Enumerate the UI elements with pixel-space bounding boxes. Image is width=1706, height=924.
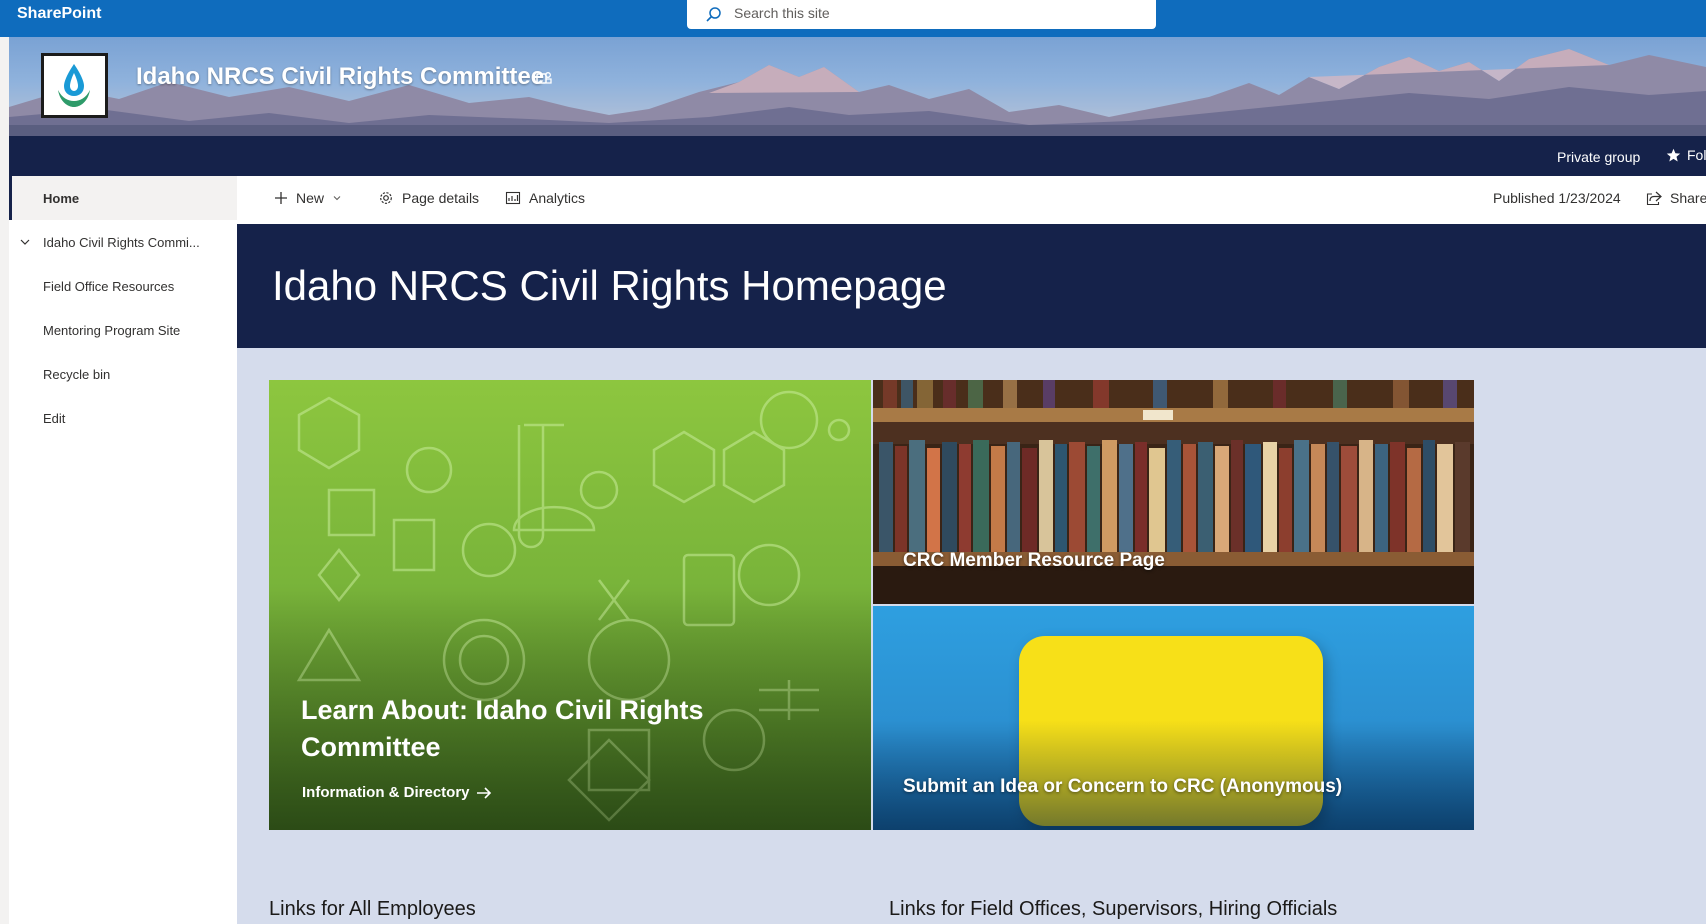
nav-item-label: Idaho Civil Rights Commi... <box>43 234 200 250</box>
hero-tile-crc-member-resources[interactable]: CRC Member Resource Page <box>873 380 1474 604</box>
site-info-bar: Private group Follo <box>9 136 1706 176</box>
gear-icon <box>380 192 392 204</box>
add-icon <box>275 192 287 204</box>
command-bar: New Page details Analytics Published 1/2… <box>237 176 1706 224</box>
hero-tile-learn-about[interactable]: Learn About: Idaho Civil Rights Committe… <box>269 380 871 830</box>
hero-main-link[interactable]: Information & Directory <box>302 784 492 801</box>
analytics-button[interactable]: Analytics <box>505 190 585 206</box>
section-heading-field-offices: Links for Field Offices, Supervisors, Hi… <box>889 898 1338 920</box>
water-drop-logo <box>58 64 90 107</box>
hero-tile-submit-idea[interactable]: Submit an Idea or Concern to CRC (Anonym… <box>873 606 1474 830</box>
site-logo[interactable] <box>41 53 108 118</box>
share-icon <box>1646 191 1662 206</box>
site-search-box[interactable] <box>687 0 1156 29</box>
page-details-button[interactable]: Page details <box>378 190 479 206</box>
chevron-down-icon[interactable] <box>19 236 31 248</box>
privacy-label: Private group <box>1557 149 1641 165</box>
nav-item-field-office-resources[interactable]: Field Office Resources <box>9 264 237 308</box>
nav-item-label: Home <box>43 190 80 206</box>
nav-item-idaho-civil-rights[interactable]: Idaho Civil Rights Commi... <box>9 220 237 264</box>
page-title: Idaho NRCS Civil Rights Homepage <box>272 262 947 309</box>
nav-item-mentoring-program[interactable]: Mentoring Program Site <box>9 308 237 352</box>
site-header-banner: Idaho NRCS Civil Rights Committee <box>9 37 1706 136</box>
arrow-right-icon <box>476 786 491 799</box>
nav-item-label: Edit <box>43 410 66 426</box>
suite-bar: SharePoint <box>0 0 1706 37</box>
hero-overlay <box>873 720 1474 830</box>
search-input[interactable] <box>734 5 1134 21</box>
analytics-label: Analytics <box>529 190 586 206</box>
search-icon <box>706 7 721 22</box>
teams-icon[interactable] <box>535 69 553 87</box>
app-brand[interactable]: SharePoint <box>17 5 101 23</box>
hero-main-title[interactable]: Learn About: Idaho Civil Rights Committe… <box>301 692 721 766</box>
main-content: New Page details Analytics Published 1/2… <box>237 176 1706 924</box>
nav-item-home[interactable]: Home <box>9 176 237 220</box>
new-label: New <box>296 190 325 206</box>
share-button[interactable]: Share <box>1646 190 1706 206</box>
published-date: Published 1/23/2024 <box>1493 190 1621 206</box>
app-bar-strip <box>0 37 9 924</box>
tile-submit-idea-title[interactable]: Submit an Idea or Concern to CRC (Anonym… <box>903 776 1342 798</box>
nav-item-label: Field Office Resources <box>43 278 175 294</box>
left-navigation: Home Idaho Civil Rights Commi... Field O… <box>9 176 237 924</box>
star-icon <box>1666 148 1681 161</box>
follow-button[interactable]: Follo <box>1666 147 1706 163</box>
nav-item-recycle-bin[interactable]: Recycle bin <box>9 352 237 396</box>
page-title-band: Idaho NRCS Civil Rights Homepage <box>237 224 1706 348</box>
hero-link-label: Information & Directory <box>302 784 470 801</box>
follow-label: Follo <box>1687 147 1706 163</box>
tile-crc-member-title[interactable]: CRC Member Resource Page <box>903 550 1165 572</box>
nav-edit-link[interactable]: Edit <box>9 396 237 440</box>
page-details-label: Page details <box>402 190 480 206</box>
analytics-icon <box>505 191 521 205</box>
new-button[interactable]: New <box>274 190 342 206</box>
chevron-down-icon <box>333 196 341 201</box>
published-status: Published 1/23/2024 <box>1493 190 1621 206</box>
nav-item-label: Recycle bin <box>43 366 111 382</box>
section-heading-all-employees: Links for All Employees <box>269 898 476 920</box>
nav-item-label: Mentoring Program Site <box>43 322 181 338</box>
share-label: Share <box>1670 190 1706 206</box>
site-title[interactable]: Idaho NRCS Civil Rights Committee <box>136 63 544 91</box>
